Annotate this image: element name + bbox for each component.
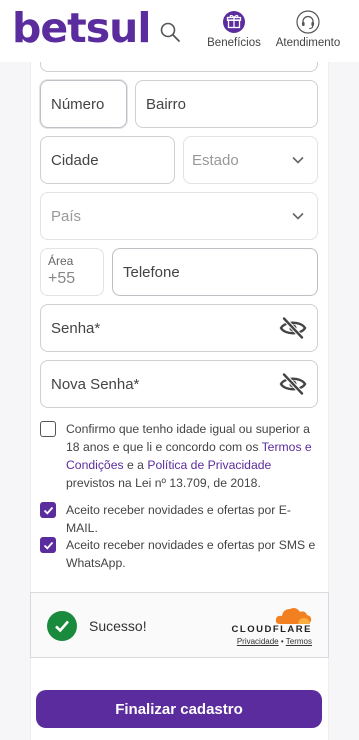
senha-placeholder: Senha*: [51, 319, 101, 337]
atendimento-label: Atendimento: [275, 37, 341, 49]
captcha-terms-link[interactable]: Termos: [286, 637, 312, 646]
estado-select[interactable]: Estado: [183, 136, 318, 184]
success-check-icon: [47, 611, 77, 641]
area-code-field: Área +55: [40, 248, 104, 296]
sms-consent-text: Aceito receber novidades e ofertas por S…: [66, 538, 316, 570]
captcha-status: Sucesso!: [89, 618, 147, 634]
area-label: Área: [48, 254, 74, 268]
age-terms-text-part: e a: [123, 458, 148, 472]
finalizar-cadastro-button[interactable]: Finalizar cadastro: [36, 690, 322, 728]
eye-off-icon[interactable]: [279, 372, 307, 396]
chevron-down-icon: [292, 156, 304, 164]
check-icon: [43, 541, 53, 550]
atendimento-button[interactable]: Atendimento: [270, 10, 346, 49]
cloud-icon: [275, 608, 312, 624]
sms-consent-checkbox[interactable]: [40, 537, 56, 553]
age-terms-text: Confirmo que tenho idade igual ou superi…: [66, 420, 322, 492]
numero-input[interactable]: Número: [40, 80, 127, 128]
nova-senha-input[interactable]: Nova Senha*: [40, 360, 318, 408]
betsul-logo[interactable]: betsul: [12, 2, 151, 54]
gift-icon: [223, 11, 245, 33]
senha-input[interactable]: Senha*: [40, 304, 318, 352]
cidade-placeholder: Cidade: [51, 151, 99, 169]
telefone-input[interactable]: Telefone: [112, 248, 318, 296]
bairro-input[interactable]: Bairro: [135, 80, 318, 128]
cloudflare-logo-text: CLOUDFLARE: [231, 624, 312, 635]
eye-off-icon[interactable]: [279, 316, 307, 340]
age-terms-checkbox[interactable]: [40, 421, 56, 437]
captcha-privacy-link[interactable]: Privacidade: [237, 637, 279, 646]
age-terms-consent: Confirmo que tenho idade igual ou superi…: [40, 420, 322, 492]
estado-placeholder: Estado: [192, 151, 239, 169]
captcha-links: Privacidade • Termos: [237, 637, 312, 646]
telefone-placeholder: Telefone: [123, 263, 180, 281]
pais-select[interactable]: País: [40, 192, 318, 240]
area-code-value: +55: [48, 270, 76, 287]
numero-placeholder: Número: [51, 95, 105, 113]
check-icon: [43, 506, 53, 515]
pais-placeholder: País: [51, 207, 82, 225]
cloudflare-turnstile: Sucesso! CLOUDFLARE Privacidade • Termos: [30, 592, 329, 658]
email-consent-text: Aceito receber novidades e ofertas por E…: [66, 503, 291, 535]
privacidade-link[interactable]: Política de Privacidade: [147, 458, 271, 472]
top-header: betsul Benefícios Atendimento: [0, 0, 359, 62]
search-icon[interactable]: [158, 20, 182, 44]
sms-consent: Aceito receber novidades e ofertas por S…: [40, 536, 322, 572]
age-terms-text-part: previstos na Lei nº 13.709, de 2018.: [66, 476, 261, 490]
beneficios-label: Benefícios: [207, 37, 261, 49]
email-consent: Aceito receber novidades e ofertas por E…: [40, 501, 322, 537]
beneficios-button[interactable]: Benefícios: [204, 10, 264, 49]
cidade-input[interactable]: Cidade: [40, 136, 175, 184]
captcha-link-separator: •: [280, 637, 284, 646]
nova-senha-placeholder: Nova Senha*: [51, 375, 140, 393]
email-consent-checkbox[interactable]: [40, 502, 56, 518]
headset-icon: [296, 10, 320, 34]
chevron-down-icon: [292, 212, 304, 220]
bairro-placeholder: Bairro: [146, 95, 187, 113]
